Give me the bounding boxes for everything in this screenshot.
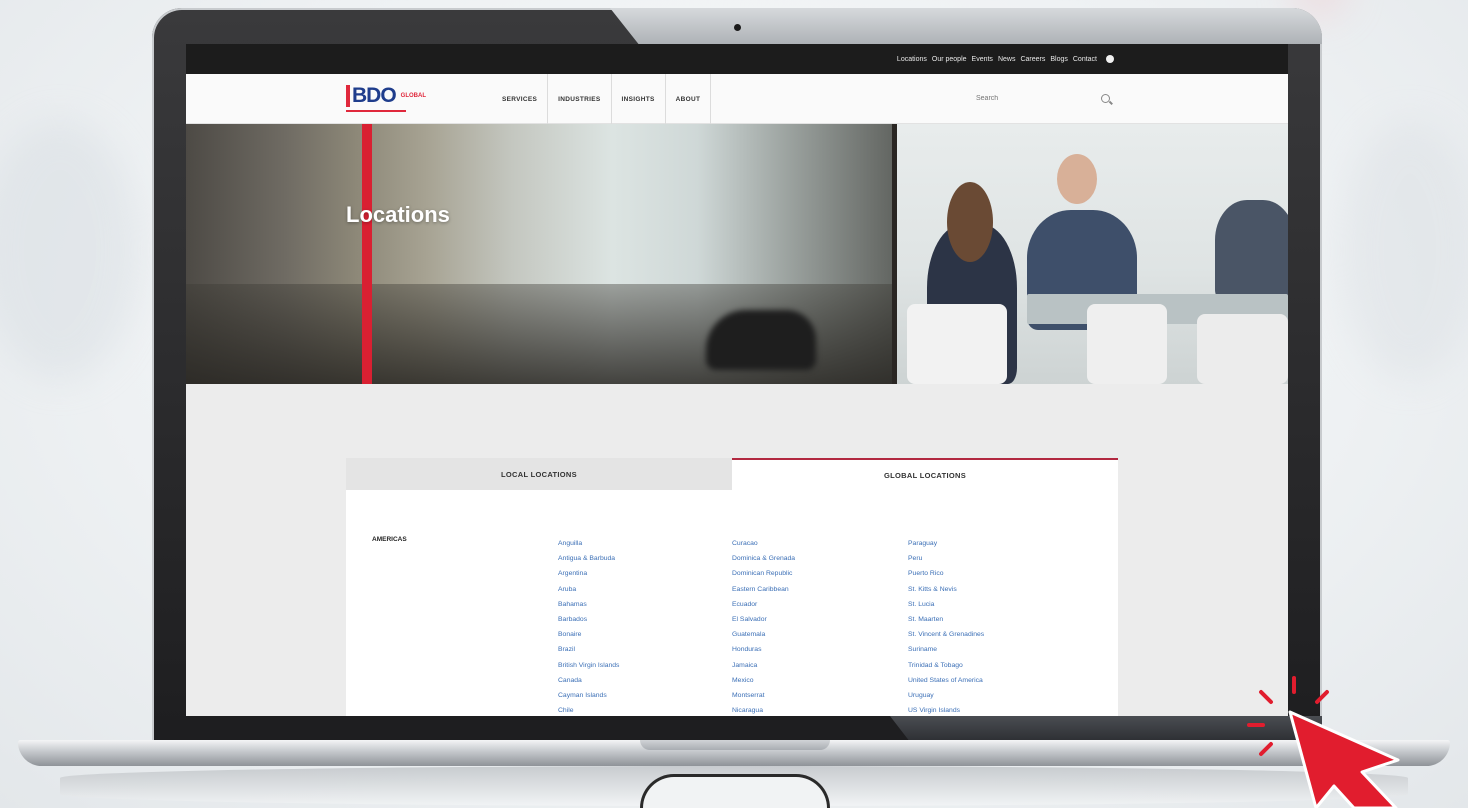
country-link[interactable]: Curacao: [732, 536, 795, 551]
country-link[interactable]: Dominican Republic: [732, 566, 795, 581]
country-link[interactable]: Cayman Islands: [558, 688, 619, 703]
topbar-link-our-people[interactable]: Our people: [932, 56, 967, 63]
country-link[interactable]: Argentina: [558, 566, 619, 581]
person-man-head: [1057, 154, 1097, 204]
background-blur: [1340, 120, 1468, 380]
country-link[interactable]: El Salvador: [732, 612, 795, 627]
locations-panel: AMERICAS Anguilla Antigua & Barbuda Arge…: [346, 490, 1118, 716]
hero-image-meeting: [897, 124, 1288, 384]
country-link[interactable]: US Virgin Islands: [908, 703, 984, 716]
country-link[interactable]: Bonaire: [558, 627, 619, 642]
person-woman-hair: [947, 182, 993, 262]
country-link[interactable]: Bahamas: [558, 597, 619, 612]
country-link[interactable]: Nicaragua: [732, 703, 795, 716]
country-link[interactable]: Honduras: [732, 642, 795, 657]
nav-item-services[interactable]: SERVICES: [492, 74, 549, 124]
tab-global-locations[interactable]: GLOBAL LOCATIONS: [732, 458, 1118, 490]
country-link[interactable]: Puerto Rico: [908, 566, 984, 581]
globe-icon[interactable]: [1106, 55, 1114, 63]
topbar-link-events[interactable]: Events: [972, 56, 993, 63]
hero-accent-bar: [362, 124, 372, 384]
background-blur: [0, 120, 140, 380]
nav-item-about[interactable]: ABOUT: [666, 74, 712, 124]
hero-banner: Locations: [186, 124, 1288, 384]
country-link[interactable]: Jamaica: [732, 658, 795, 673]
bdo-logo[interactable]: BDO GLOBAL: [346, 84, 427, 112]
country-link[interactable]: Trinidad & Tobago: [908, 658, 984, 673]
search-icon[interactable]: [1101, 93, 1110, 103]
topbar-link-news[interactable]: News: [998, 56, 1016, 63]
search-input[interactable]: [976, 94, 1076, 102]
country-link[interactable]: Canada: [558, 673, 619, 688]
tab-local-locations[interactable]: LOCAL LOCATIONS: [346, 458, 732, 490]
country-link[interactable]: Uruguay: [908, 688, 984, 703]
search-box: [976, 88, 1116, 108]
arrow-pointer-icon: [1288, 710, 1400, 808]
country-link[interactable]: British Virgin Islands: [558, 658, 619, 673]
trackpad-edge: [640, 774, 830, 808]
utility-bar: Locations Our people Events News Careers…: [186, 44, 1288, 74]
country-link[interactable]: St. Vincent & Grenadines: [908, 627, 984, 642]
lid-glare: [610, 8, 1322, 44]
country-link[interactable]: Peru: [908, 551, 984, 566]
meeting-chair: [1087, 304, 1167, 384]
location-tabs: LOCAL LOCATIONS GLOBAL LOCATIONS: [346, 458, 1118, 490]
logo-text: BDO: [352, 84, 397, 107]
country-link[interactable]: Ecuador: [732, 597, 795, 612]
click-cursor-icon: [1247, 676, 1410, 808]
topbar-link-locations[interactable]: Locations: [897, 56, 927, 63]
country-link[interactable]: Dominica & Grenada: [732, 551, 795, 566]
topbar-link-careers[interactable]: Careers: [1020, 56, 1045, 63]
country-link[interactable]: Aruba: [558, 582, 619, 597]
country-column-1: Anguilla Antigua & Barbuda Argentina Aru…: [558, 536, 619, 716]
country-link[interactable]: United States of America: [908, 673, 984, 688]
country-link[interactable]: Anguilla: [558, 536, 619, 551]
country-link[interactable]: St. Lucia: [908, 597, 984, 612]
country-link[interactable]: Eastern Caribbean: [732, 582, 795, 597]
country-link[interactable]: Brazil: [558, 642, 619, 657]
hero-image-chair: [706, 310, 816, 370]
browser-screen: Locations Our people Events News Careers…: [186, 44, 1288, 716]
country-link[interactable]: Montserrat: [732, 688, 795, 703]
nav-menu: SERVICES INDUSTRIES INSIGHTS ABOUT: [492, 74, 712, 124]
meeting-chair: [1197, 314, 1288, 384]
main-nav: BDO GLOBAL SERVICES INDUSTRIES INSIGHTS …: [186, 74, 1288, 124]
country-link[interactable]: Guatemala: [732, 627, 795, 642]
logo-underline: [346, 110, 406, 112]
country-link[interactable]: St. Maarten: [908, 612, 984, 627]
locations-section: LOCAL LOCATIONS GLOBAL LOCATIONS AMERICA…: [186, 384, 1288, 716]
webcam: [734, 24, 741, 31]
country-link[interactable]: St. Kitts & Nevis: [908, 582, 984, 597]
logo-bar: [346, 85, 350, 107]
nav-item-industries[interactable]: INDUSTRIES: [548, 74, 612, 124]
country-column-3: Paraguay Peru Puerto Rico St. Kitts & Ne…: [908, 536, 984, 716]
country-link[interactable]: Barbados: [558, 612, 619, 627]
person-man-right: [1215, 200, 1288, 300]
country-link[interactable]: Antigua & Barbuda: [558, 551, 619, 566]
country-link[interactable]: Chile: [558, 703, 619, 716]
topbar-link-contact[interactable]: Contact: [1073, 56, 1097, 63]
logo-subtitle: GLOBAL: [400, 93, 427, 99]
country-link[interactable]: Suriname: [908, 642, 984, 657]
topbar-link-blogs[interactable]: Blogs: [1050, 56, 1068, 63]
page-title: Locations: [346, 202, 450, 227]
country-link[interactable]: Mexico: [732, 673, 795, 688]
country-column-2: Curacao Dominica & Grenada Dominican Rep…: [732, 536, 795, 716]
nav-item-insights[interactable]: INSIGHTS: [612, 74, 666, 124]
country-link[interactable]: Paraguay: [908, 536, 984, 551]
region-heading: AMERICAS: [372, 536, 407, 543]
meeting-chair: [907, 304, 1007, 384]
laptop-notch: [640, 740, 830, 750]
